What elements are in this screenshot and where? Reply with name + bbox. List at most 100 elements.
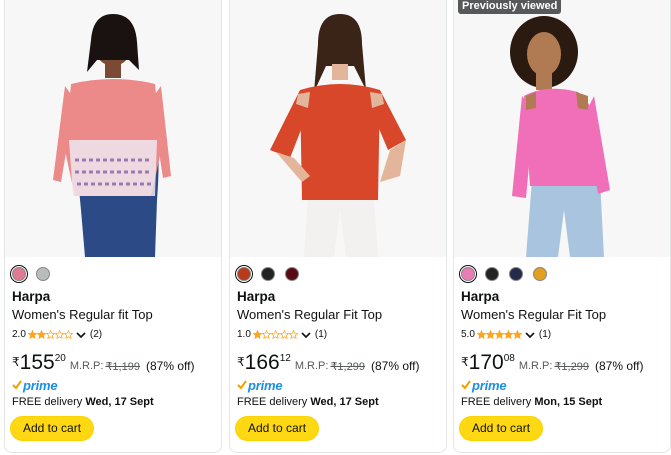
star-rating: [476, 330, 522, 339]
previously-viewed-badge: Previously viewed: [458, 0, 562, 14]
currency-symbol: ₹: [461, 355, 469, 369]
delivery-prefix: FREE delivery: [461, 396, 532, 408]
add-to-cart-button[interactable]: Add to cart: [459, 416, 544, 441]
brand-name: Harpa: [237, 289, 276, 304]
star-rating: [27, 330, 73, 339]
price-block: ₹ 170 08 M.R.P: ₹1,299 (87% off): [461, 352, 643, 374]
brand-name: Harpa: [12, 289, 51, 304]
star-filled-icon: [36, 330, 46, 339]
review-count[interactable]: (1): [539, 329, 551, 340]
star-filled-icon: [512, 330, 522, 339]
rating-value: 1.0: [237, 329, 251, 340]
model-illustration: [270, 14, 406, 257]
star-filled-icon: [494, 330, 504, 339]
price-whole: 166: [244, 351, 280, 374]
color-swatch[interactable]: [34, 265, 52, 283]
checkmark-icon: [12, 380, 22, 390]
chevron-down-icon[interactable]: [525, 331, 535, 339]
star-filled-icon: [476, 330, 486, 339]
product-image[interactable]: [5, 0, 221, 257]
price-fraction: 20: [54, 353, 66, 364]
color-swatch[interactable]: [283, 265, 301, 283]
prime-label: prime: [248, 377, 283, 393]
currency-symbol: ₹: [12, 355, 20, 369]
color-swatch[interactable]: [459, 265, 477, 283]
star-empty-icon: [279, 330, 289, 339]
brand-name: Harpa: [461, 289, 500, 304]
mrp-value: ₹1,199: [105, 361, 140, 373]
discount-percent: (87% off): [594, 359, 644, 373]
color-swatch[interactable]: [235, 265, 253, 283]
star-filled-icon: [485, 330, 495, 339]
model-illustration: [53, 14, 171, 257]
rating-row[interactable]: 5.0 (1): [461, 329, 551, 340]
mrp-label: M.R.P:: [69, 360, 104, 372]
prime-badge: prime: [12, 377, 58, 393]
model-illustration: [510, 16, 610, 257]
delivery-date: Wed, 17 Sept: [85, 396, 154, 408]
review-count[interactable]: (2): [90, 329, 102, 340]
delivery-date: Wed, 17 Sept: [310, 396, 379, 408]
discount-percent: (87% off): [145, 359, 195, 373]
star-empty-icon: [54, 330, 64, 339]
product-card: Harpa Women's Regular Fit Top 1.0 (1) ₹ …: [229, 0, 447, 453]
chevron-down-icon[interactable]: [76, 331, 86, 339]
star-filled-icon: [27, 330, 37, 339]
review-count[interactable]: (1): [315, 329, 327, 340]
product-title[interactable]: Women's Regular fit Top: [12, 307, 153, 322]
prime-badge: prime: [461, 377, 507, 393]
color-swatch[interactable]: [531, 265, 549, 283]
color-swatch[interactable]: [483, 265, 501, 283]
delivery-date: Mon, 15 Sept: [534, 396, 603, 408]
price-whole: 155: [19, 351, 55, 374]
rating-row[interactable]: 2.0 (2): [12, 329, 102, 340]
product-image[interactable]: Previously viewed: [454, 0, 670, 257]
price-block: ₹ 166 12 M.R.P: ₹1,299 (87% off): [237, 352, 419, 374]
star-filled-icon: [503, 330, 513, 339]
star-empty-icon: [261, 330, 271, 339]
product-grid: Harpa Women's Regular fit Top 2.0 (2) ₹ …: [0, 0, 671, 455]
rating-value: 5.0: [461, 329, 475, 340]
delivery-prefix: FREE delivery: [12, 396, 83, 408]
mrp-label: M.R.P:: [294, 360, 329, 372]
color-swatch[interactable]: [259, 265, 277, 283]
checkmark-icon: [461, 380, 471, 390]
delivery-info: FREE delivery Wed, 17 Sept: [12, 396, 154, 408]
discount-percent: (87% off): [370, 359, 420, 373]
rating-value: 2.0: [12, 329, 26, 340]
star-empty-icon: [63, 330, 73, 339]
star-filled-icon: [252, 330, 262, 339]
product-card: Harpa Women's Regular fit Top 2.0 (2) ₹ …: [4, 0, 222, 453]
rating-row[interactable]: 1.0 (1): [237, 329, 327, 340]
delivery-info: FREE delivery Wed, 17 Sept: [237, 396, 379, 408]
color-swatches: [10, 265, 52, 283]
mrp-value: ₹1,299: [330, 361, 365, 373]
mrp-label: M.R.P:: [518, 360, 553, 372]
checkmark-icon: [237, 380, 247, 390]
product-title[interactable]: Women's Regular Fit Top: [237, 307, 382, 322]
chevron-down-icon[interactable]: [301, 331, 311, 339]
prime-label: prime: [23, 377, 58, 393]
add-to-cart-button[interactable]: Add to cart: [10, 416, 95, 441]
price-block: ₹ 155 20 M.R.P: ₹1,199 (87% off): [12, 352, 194, 374]
star-empty-icon: [270, 330, 280, 339]
color-swatch[interactable]: [507, 265, 525, 283]
product-card: Previously viewed Harpa Women's Regular …: [453, 0, 671, 453]
star-empty-icon: [45, 330, 55, 339]
color-swatches: [459, 265, 549, 283]
color-swatch[interactable]: [10, 265, 28, 283]
add-to-cart-button[interactable]: Add to cart: [235, 416, 320, 441]
product-image[interactable]: [230, 0, 446, 257]
currency-symbol: ₹: [237, 355, 245, 369]
price-whole: 170: [468, 351, 504, 374]
star-empty-icon: [288, 330, 298, 339]
delivery-info: FREE delivery Mon, 15 Sept: [461, 396, 602, 408]
star-rating: [252, 330, 298, 339]
prime-label: prime: [472, 377, 507, 393]
mrp-value: ₹1,299: [554, 361, 589, 373]
price-fraction: 08: [503, 353, 515, 364]
delivery-prefix: FREE delivery: [237, 396, 308, 408]
product-title[interactable]: Women's Regular Fit Top: [461, 307, 606, 322]
price-fraction: 12: [279, 353, 291, 364]
prime-badge: prime: [237, 377, 283, 393]
